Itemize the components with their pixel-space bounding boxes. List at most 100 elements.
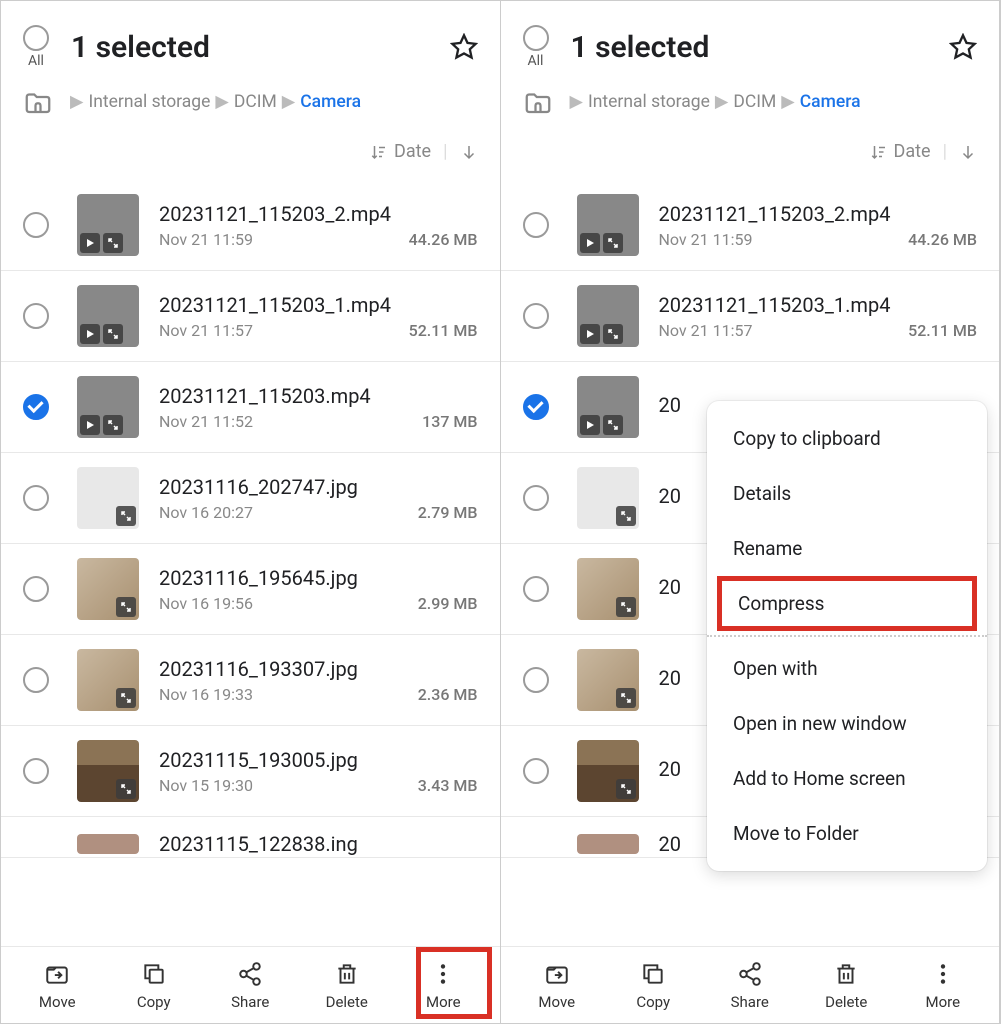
thumbnail[interactable] [77,194,139,256]
play-icon [580,415,600,435]
copy-button[interactable]: Copy [119,961,189,1011]
select-all-radio[interactable] [23,25,49,51]
expand-icon [616,779,636,799]
crumb-mid[interactable]: DCIM [234,92,277,112]
arrow-down-icon[interactable] [460,143,478,161]
select-all-button[interactable]: All [23,25,49,69]
select-all-button[interactable]: All [523,25,549,69]
file-row[interactable]: 20231121_115203_2.mp4Nov 21 11:5944.26 M… [1,180,500,271]
menu-open-new-window[interactable]: Open in new window [707,696,987,751]
file-row-partial[interactable]: 20231115_122838.ing [1,817,500,858]
right-panel: All 1 selected ▶ Internal storage ▶ DCIM… [501,1,1001,1023]
file-date: Nov 15 19:30 [159,776,253,795]
row-radio[interactable] [23,212,49,238]
menu-move-folder[interactable]: Move to Folder [707,806,987,861]
thumbnail[interactable] [577,285,639,347]
move-button[interactable]: Move [522,961,592,1011]
thumbnail[interactable] [577,467,639,529]
crumb-mid[interactable]: DCIM [733,92,776,112]
thumbnail[interactable] [577,194,639,256]
file-row[interactable]: 20231116_193307.jpgNov 16 19:332.36 MB [1,635,500,726]
crumb-root[interactable]: Internal storage [88,92,210,112]
menu-rename[interactable]: Rename [707,521,987,576]
thumbnail[interactable] [77,467,139,529]
row-radio[interactable] [23,303,49,329]
thumbnail[interactable] [77,558,139,620]
sort-label[interactable]: Date [394,141,431,162]
more-button[interactable]: More [908,961,978,1011]
file-size: 2.99 MB [418,594,478,613]
menu-compress[interactable]: Compress [717,576,977,631]
row-radio[interactable] [23,394,49,420]
row-radio[interactable] [523,485,549,511]
home-icon[interactable] [23,87,53,117]
thumbnail[interactable] [77,376,139,438]
thumbnail[interactable] [577,376,639,438]
file-list[interactable]: 20231121_115203_2.mp4Nov 21 11:5944.26 M… [1,180,500,946]
share-button[interactable]: Share [715,961,785,1011]
row-radio[interactable] [23,576,49,602]
delete-button[interactable]: Delete [312,961,382,1011]
thumbnail[interactable] [77,649,139,711]
file-row[interactable]: 20231121_115203_1.mp4Nov 21 11:5752.11 M… [1,271,500,362]
share-button[interactable]: Share [215,961,285,1011]
thumbnail[interactable] [77,740,139,802]
row-info: 20231121_115203_1.mp4Nov 21 11:5752.11 M… [659,293,978,340]
left-panel: All 1 selected ▶ Internal storage ▶ DCIM… [1,1,501,1023]
thumbnail[interactable] [577,649,639,711]
file-row[interactable]: 20231121_115203_2.mp4Nov 21 11:5944.26 M… [501,180,1000,271]
sort-label[interactable]: Date [894,141,931,162]
row-radio[interactable] [523,212,549,238]
file-name: 20231116_202747.jpg [159,475,478,499]
star-icon[interactable] [450,33,478,61]
file-row[interactable]: 20231121_115203_1.mp4Nov 21 11:5752.11 M… [501,271,1000,362]
thumbnail[interactable] [577,740,639,802]
thumbnail[interactable] [77,834,139,854]
thumbnail[interactable] [77,285,139,347]
file-name: 20231121_115203_2.mp4 [659,202,978,226]
crumb-root[interactable]: Internal storage [588,92,710,112]
file-size: 44.26 MB [409,230,478,249]
file-row[interactable]: 20231116_195645.jpgNov 16 19:562.99 MB [1,544,500,635]
delete-button[interactable]: Delete [811,961,881,1011]
menu-add-home[interactable]: Add to Home screen [707,751,987,806]
sort-bar: Date | [1,133,500,180]
row-info: 20231115_193005.jpgNov 15 19:303.43 MB [159,748,478,795]
row-radio[interactable] [523,758,549,784]
header: All 1 selected [1,1,500,81]
crumb-leaf[interactable]: Camera [800,92,861,112]
file-row[interactable]: 20231116_202747.jpgNov 16 20:272.79 MB [1,453,500,544]
chevron-right-icon: ▶ [215,92,228,112]
star-icon[interactable] [949,33,977,61]
file-size: 44.26 MB [908,230,977,249]
row-radio[interactable] [23,667,49,693]
menu-divider [707,635,987,637]
thumbnail[interactable] [577,834,639,854]
copy-button[interactable]: Copy [618,961,688,1011]
sort-icon[interactable] [370,143,388,161]
all-label: All [28,53,44,69]
file-name: 20231115_122838.ing [159,832,478,856]
file-row[interactable]: 20231115_193005.jpgNov 15 19:303.43 MB [1,726,500,817]
file-name: 20231115_193005.jpg [159,748,478,772]
row-info: 20231116_193307.jpgNov 16 19:332.36 MB [159,657,478,704]
expand-icon [116,506,136,526]
sort-icon[interactable] [870,143,888,161]
file-row[interactable]: 20231121_115203.mp4Nov 21 11:52137 MB [1,362,500,453]
menu-open-with[interactable]: Open with [707,641,987,696]
row-radio[interactable] [23,758,49,784]
row-radio[interactable] [523,303,549,329]
move-button[interactable]: Move [22,961,92,1011]
row-radio[interactable] [523,576,549,602]
row-radio[interactable] [23,485,49,511]
thumbnail[interactable] [577,558,639,620]
select-all-radio[interactable] [523,25,549,51]
row-radio[interactable] [523,394,549,420]
menu-copy-clipboard[interactable]: Copy to clipboard [707,411,987,466]
arrow-down-icon[interactable] [959,143,977,161]
more-button[interactable]: More [408,961,478,1011]
crumb-leaf[interactable]: Camera [300,92,361,112]
menu-details[interactable]: Details [707,466,987,521]
row-radio[interactable] [523,667,549,693]
home-icon[interactable] [523,87,553,117]
